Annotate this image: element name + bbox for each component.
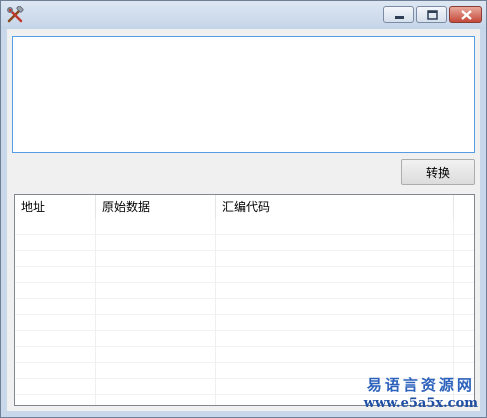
table-cell [216,299,454,315]
table-cell [15,251,96,267]
table-cell [15,315,96,331]
table-cell [96,283,216,299]
table-cell [96,219,216,235]
table-cell [216,331,454,347]
main-window: 转换 地址 原始数据 汇编代码 易语言资源网 www.e5a5x.com [0,0,487,418]
table-cell [216,347,454,363]
table-cell [96,267,216,283]
maximize-button[interactable] [416,6,447,23]
source-text-input[interactable] [12,36,475,153]
table-cell [96,315,216,331]
table-cell [96,379,216,395]
table-row[interactable] [15,267,474,283]
convert-button[interactable]: 转换 [401,159,475,185]
table-cell [216,251,454,267]
table-cell [96,331,216,347]
table-cell [15,267,96,283]
table-cell [15,299,96,315]
close-button[interactable] [449,6,482,23]
table-row[interactable] [15,283,474,299]
table-cell [216,219,454,235]
table-cell [15,395,96,405]
maximize-icon [427,10,438,20]
minimize-button[interactable] [383,6,414,23]
table-cell [96,299,216,315]
table-cell [96,347,216,363]
table-cell [96,235,216,251]
watermark-title: 易语言资源网 [366,376,475,394]
table-row[interactable] [15,347,474,363]
table-row[interactable] [15,235,474,251]
column-header-address[interactable]: 地址 [15,195,96,219]
table-row[interactable] [15,315,474,331]
table-cell [15,235,96,251]
table-cell [216,315,454,331]
table-cell [15,331,96,347]
site-watermark: 易语言资源网 www.e5a5x.com [364,374,478,411]
table-cell [96,395,216,405]
table-row[interactable] [15,331,474,347]
minimize-icon [395,16,404,19]
table-cell [15,219,96,235]
watermark-url: www.e5a5x.com [363,396,478,411]
column-header-raw-data[interactable]: 原始数据 [96,195,216,219]
table-cell [15,379,96,395]
tools-icon [6,5,24,24]
table-cell [15,283,96,299]
table-cell [96,251,216,267]
table-cell [15,347,96,363]
table-row[interactable] [15,251,474,267]
table-cell [15,363,96,379]
table-row[interactable] [15,299,474,315]
table-cell [96,363,216,379]
column-header-asm-code[interactable]: 汇编代码 [216,195,454,219]
table-row[interactable] [15,219,474,235]
table-cell [216,283,454,299]
client-area: 转换 地址 原始数据 汇编代码 [7,29,480,411]
list-header: 地址 原始数据 汇编代码 [15,195,474,219]
title-bar[interactable] [1,1,486,29]
table-cell [216,235,454,251]
close-icon [461,10,472,20]
table-cell [216,267,454,283]
